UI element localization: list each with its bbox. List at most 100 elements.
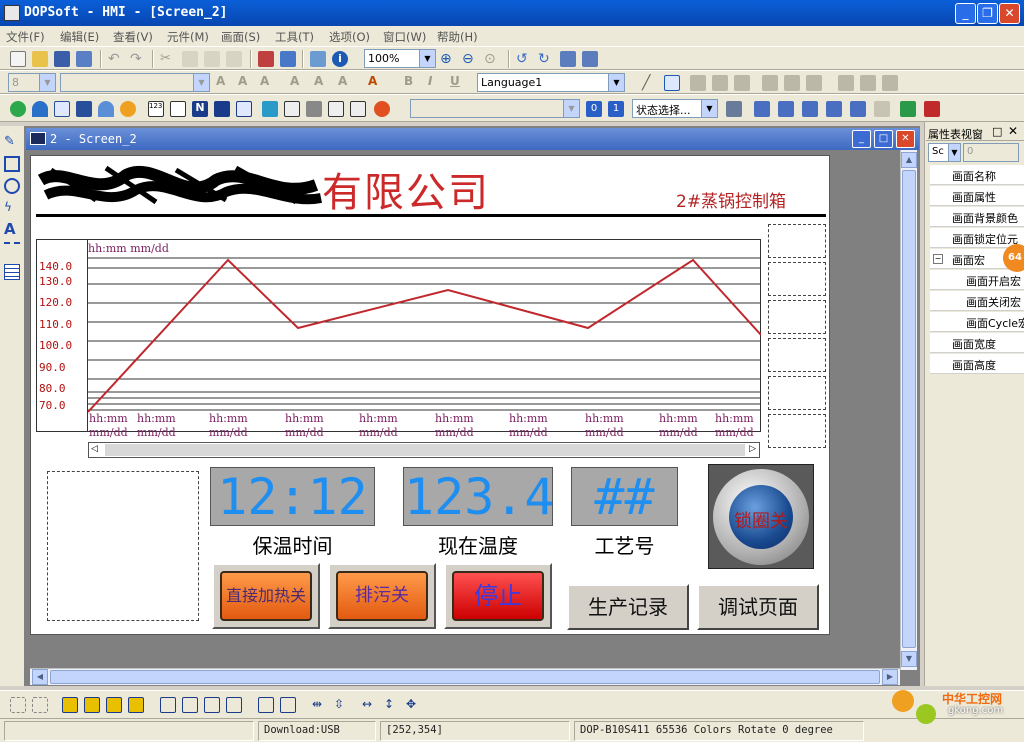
placeholder-box[interactable]: [768, 300, 826, 334]
notification-badge[interactable]: 64: [1003, 244, 1024, 272]
send-back-icon[interactable]: [84, 697, 100, 713]
redo-icon[interactable]: ↷: [130, 51, 146, 67]
property-item[interactable]: 画面宽度: [930, 333, 1024, 353]
screen-open-icon[interactable]: [280, 51, 296, 67]
collapse-icon[interactable]: −: [933, 254, 943, 264]
xy-chart-icon[interactable]: [236, 101, 252, 117]
bring-front-icon[interactable]: [62, 697, 78, 713]
v-distribute-icon[interactable]: [182, 697, 198, 713]
h-space-icon[interactable]: [204, 697, 220, 713]
vertical-scrollbar[interactable]: ▲ ▼: [900, 150, 917, 670]
font-shrink-icon[interactable]: A: [238, 74, 247, 88]
child-minimize-button[interactable]: _: [852, 130, 871, 148]
hold-time-display[interactable]: 12:12: [210, 467, 375, 526]
forward-icon[interactable]: [106, 697, 122, 713]
scale-icon[interactable]: [4, 242, 20, 258]
open-icon[interactable]: [32, 51, 48, 67]
numeric-display-icon[interactable]: 123: [148, 101, 164, 117]
download-icon[interactable]: [582, 51, 598, 67]
current-temp-display[interactable]: 123.4: [403, 467, 555, 526]
restore-button[interactable]: ❐: [977, 3, 998, 24]
undo-icon[interactable]: ↶: [108, 51, 124, 67]
direct-heat-button[interactable]: 直接加热关: [212, 563, 320, 629]
zoom-in-icon[interactable]: ⊕: [440, 51, 456, 67]
font-family-select[interactable]: ▼: [60, 73, 210, 92]
align-top-text-icon[interactable]: A: [290, 74, 299, 88]
property-item[interactable]: 画面开启宏: [930, 270, 1024, 290]
stop-button[interactable]: 停止: [444, 563, 552, 629]
rotate-left-icon[interactable]: ↺: [516, 51, 532, 67]
copy-icon[interactable]: [182, 51, 198, 67]
property-item[interactable]: 画面背景颜色: [930, 207, 1024, 227]
language-select[interactable]: Language1 ▼: [477, 73, 625, 92]
font-scale-icon[interactable]: A: [260, 74, 269, 88]
bitmap-icon[interactable]: [54, 101, 70, 117]
underline-icon[interactable]: U: [450, 74, 460, 88]
align-bottom-icon[interactable]: [806, 75, 822, 91]
compile-icon[interactable]: [560, 51, 576, 67]
align-right-icon[interactable]: [734, 75, 750, 91]
group-icon[interactable]: [802, 101, 818, 117]
scroll-right-icon[interactable]: ▷: [749, 444, 756, 454]
menu-window[interactable]: 窗口(W): [383, 29, 426, 45]
recipe-icon[interactable]: [374, 101, 390, 117]
ungroup-icon[interactable]: [826, 101, 842, 117]
close-icon[interactable]: ✕: [1008, 124, 1018, 138]
vertical-scroll-thumb[interactable]: [902, 170, 916, 648]
menu-screen[interactable]: 画面(S): [221, 29, 260, 45]
gauge-icon[interactable]: [98, 101, 114, 117]
pie-icon[interactable]: [120, 101, 136, 117]
align-left-icon[interactable]: [690, 75, 706, 91]
text-display-icon[interactable]: [170, 101, 186, 117]
stop-simulate-icon[interactable]: [924, 101, 940, 117]
save-icon[interactable]: [54, 51, 70, 67]
placeholder-box[interactable]: [768, 414, 826, 448]
debug-page-button[interactable]: 调试页面: [697, 584, 819, 630]
pin-icon[interactable]: □: [992, 125, 1002, 138]
grid-table-icon[interactable]: [4, 264, 20, 280]
paste-icon[interactable]: [204, 51, 220, 67]
trend-icon[interactable]: [214, 101, 230, 117]
placeholder-box[interactable]: [768, 338, 826, 372]
circle-icon[interactable]: [4, 178, 20, 194]
scroll-left-icon[interactable]: ◁: [91, 444, 98, 454]
line-icon[interactable]: ╱: [642, 75, 658, 91]
zoom-out-icon[interactable]: ⊖: [462, 51, 478, 67]
menu-view[interactable]: 查看(V): [113, 29, 153, 45]
trend-scrollbar[interactable]: ◁ ▷: [88, 442, 760, 458]
menu-options[interactable]: 选项(O): [329, 29, 370, 45]
trend-graph[interactable]: 140.0 130.0 120.0 110.0 100.0 90.0 80.0 …: [36, 239, 761, 439]
same-height-icon[interactable]: [860, 75, 876, 91]
trend-scroll-track[interactable]: [105, 444, 745, 456]
snap-icon[interactable]: [10, 697, 26, 713]
slider-icon[interactable]: [306, 101, 322, 117]
placeholder-box[interactable]: [768, 224, 826, 258]
center-v-icon[interactable]: [280, 697, 296, 713]
align-middle-text-icon[interactable]: A: [314, 74, 323, 88]
scroll-down-icon[interactable]: ▼: [901, 651, 917, 667]
new-icon[interactable]: [10, 51, 26, 67]
italic-icon[interactable]: I: [428, 74, 432, 88]
height-icon[interactable]: ↕: [384, 697, 400, 713]
print-icon[interactable]: [310, 51, 326, 67]
save-as-icon[interactable]: [76, 51, 92, 67]
menu-help[interactable]: 帮助(H): [437, 29, 478, 45]
align-center-icon[interactable]: [712, 75, 728, 91]
font-size-select[interactable]: 8 ▼: [8, 73, 56, 92]
component-select[interactable]: ▼: [410, 99, 580, 118]
size-icon[interactable]: ✥: [406, 697, 422, 713]
comment-icon[interactable]: [874, 101, 890, 117]
center-h-icon[interactable]: [258, 697, 274, 713]
simulate-icon[interactable]: [900, 101, 916, 117]
on-button-icon[interactable]: [10, 101, 26, 117]
property-item[interactable]: 画面Cycle宏: [930, 312, 1024, 332]
delete-icon[interactable]: [226, 51, 242, 67]
close-button[interactable]: ✕: [999, 3, 1020, 24]
h-distribute-icon[interactable]: [160, 697, 176, 713]
keypad-icon[interactable]: [284, 101, 300, 117]
drain-button[interactable]: 排污关: [328, 563, 436, 629]
property-icon[interactable]: [726, 101, 742, 117]
pencil-icon[interactable]: ✎: [4, 134, 20, 150]
lamp-icon[interactable]: [32, 101, 48, 117]
horizontal-scrollbar[interactable]: ◀ ▶: [30, 668, 900, 685]
